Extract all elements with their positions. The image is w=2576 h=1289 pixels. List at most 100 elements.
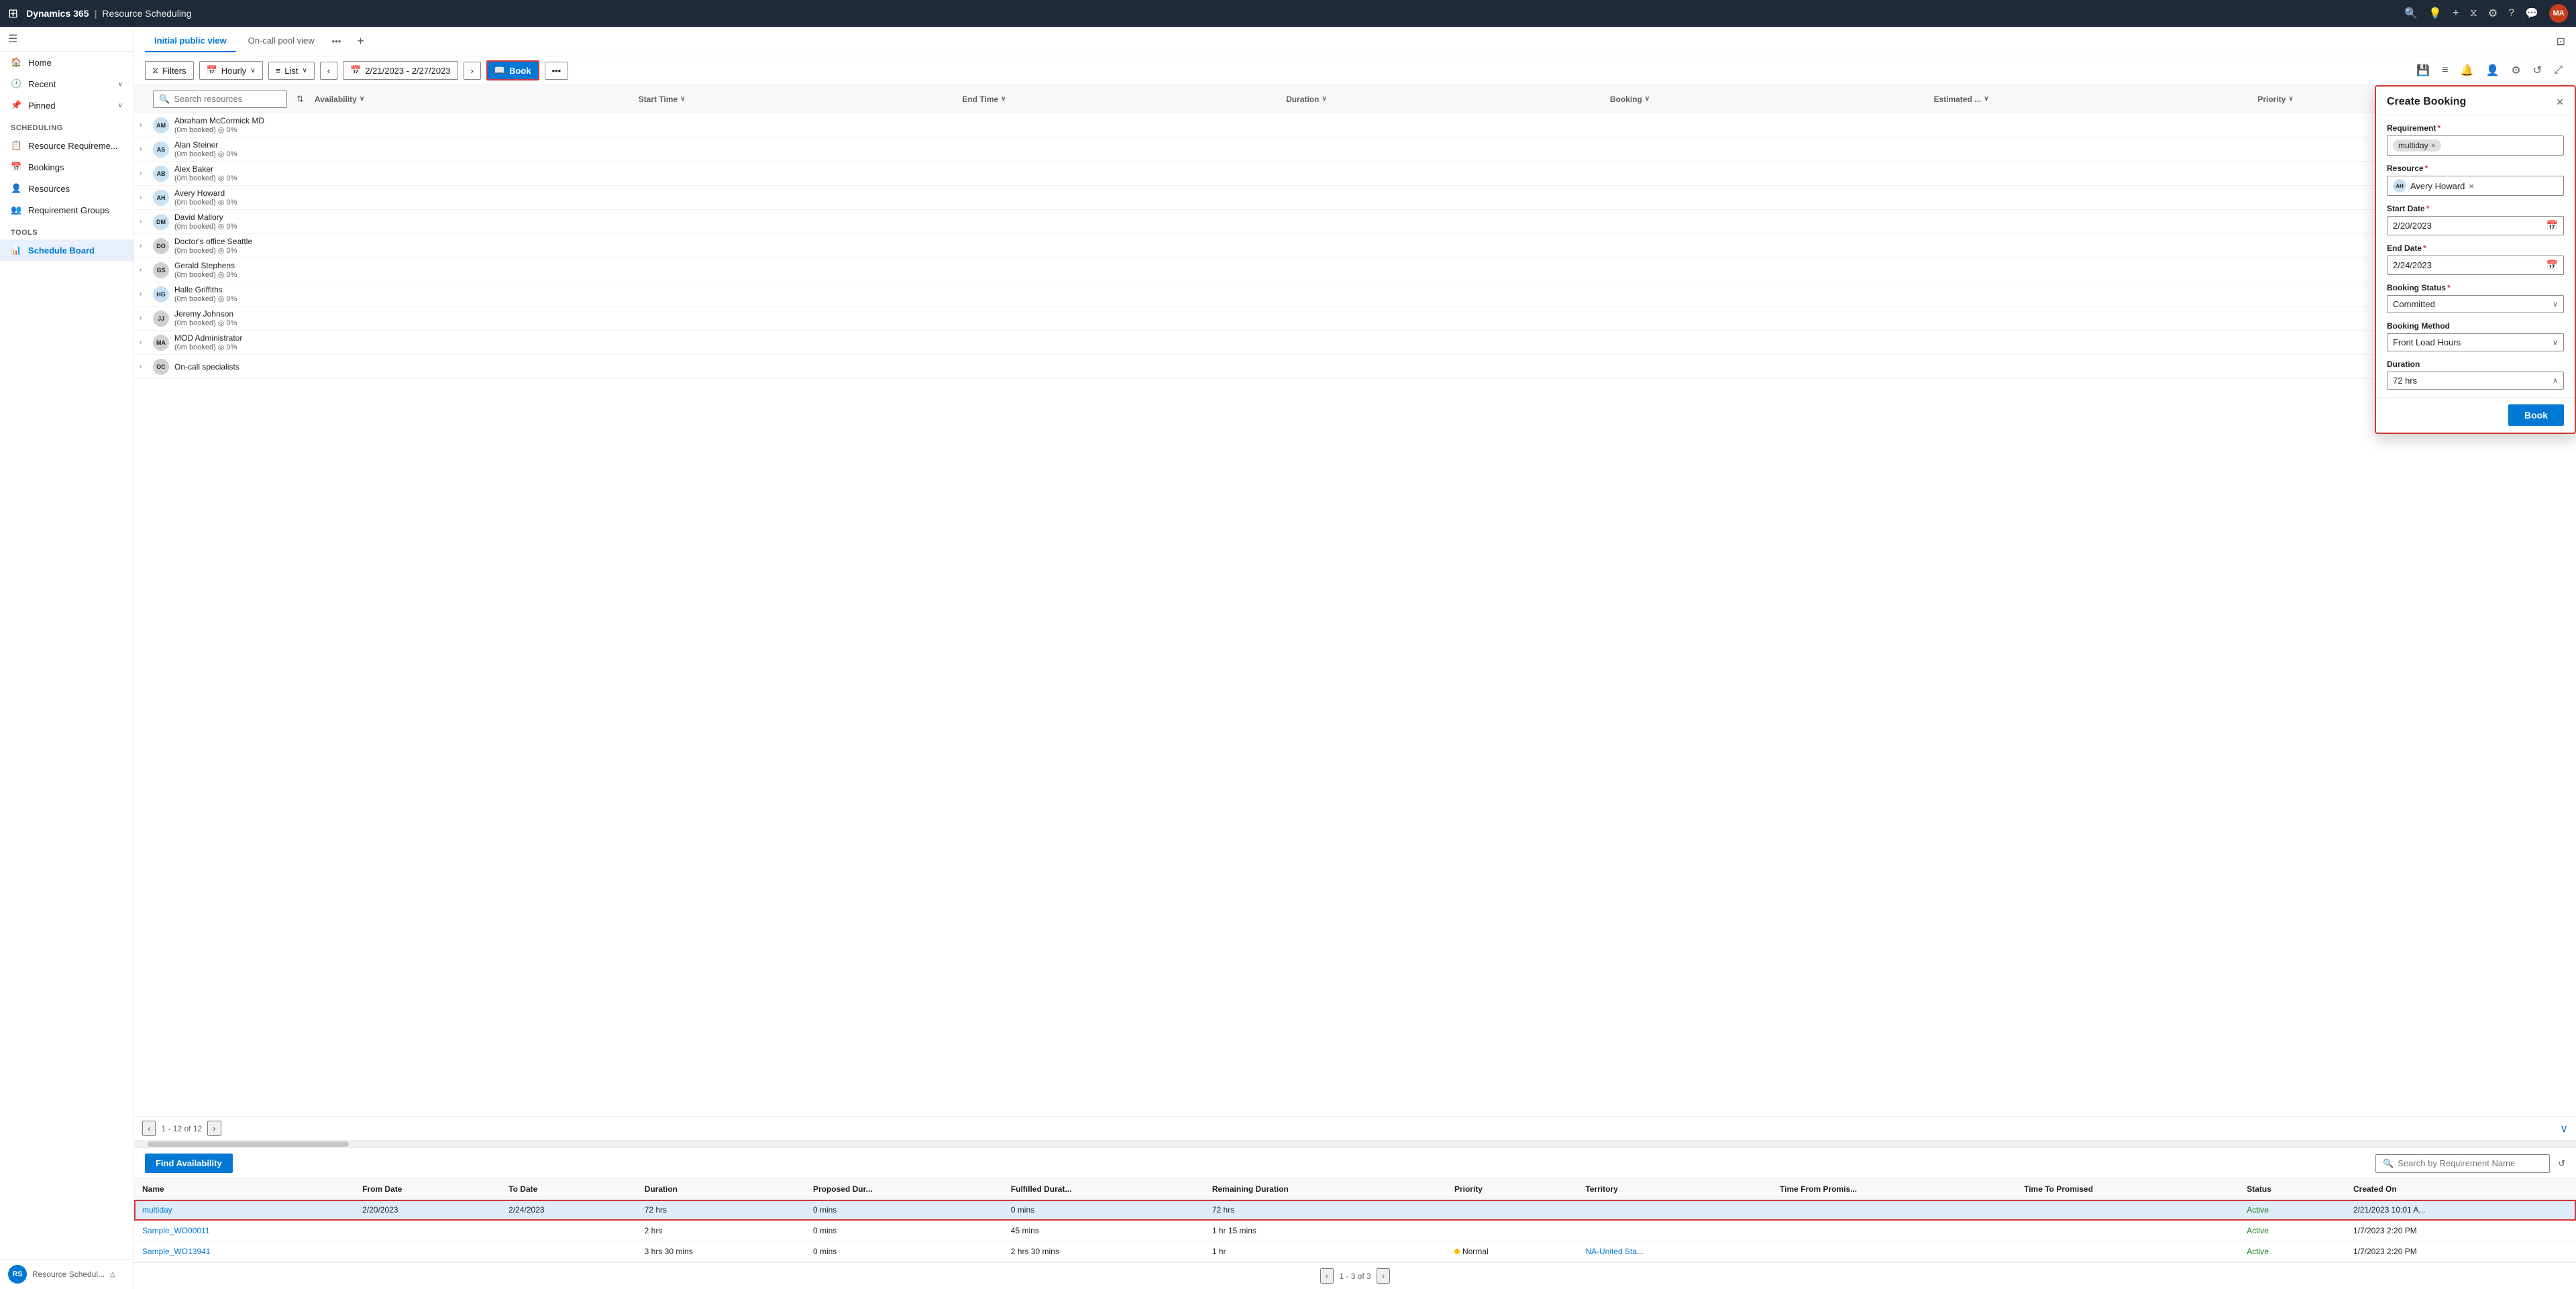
sidebar-item-req-groups[interactable]: 👥 Requirement Groups — [0, 199, 133, 221]
col-header-duration[interactable]: Duration — [637, 1179, 805, 1200]
pagination-next-button[interactable]: › — [207, 1121, 221, 1136]
filters-button[interactable]: ⧖ Filters — [145, 61, 194, 80]
sidebar-user-area[interactable]: RS Resource Schedul... △ — [0, 1259, 133, 1289]
close-icon[interactable]: ✕ — [2556, 97, 2564, 108]
board-settings-icon[interactable]: ⚙ — [2508, 61, 2523, 80]
duration-col-header[interactable]: Duration ∨ — [1281, 95, 1599, 104]
lightbulb-icon[interactable]: 💡 — [2428, 7, 2442, 20]
resource-expand-icon[interactable]: › — [140, 363, 148, 370]
booking-col-header[interactable]: Booking ∨ — [1605, 95, 1923, 104]
user-avatar[interactable]: MA — [2549, 4, 2568, 23]
app-grid-icon[interactable]: ⊞ — [8, 7, 18, 21]
next-date-button[interactable]: › — [464, 62, 481, 80]
estimated-col-header[interactable]: Estimated ... ∨ — [1929, 95, 2247, 104]
start-date-input[interactable]: 2/20/2023 📅 — [2387, 216, 2564, 235]
expand-icon[interactable]: ⤢ — [2551, 62, 2565, 79]
pagination-expand-icon[interactable]: ∨ — [2560, 1122, 2568, 1135]
notification-icon[interactable]: 🔔 — [2458, 61, 2477, 80]
date-range-button[interactable]: 📅 2/21/2023 - 2/27/2023 — [343, 61, 458, 80]
col-header-to-date[interactable]: To Date — [500, 1179, 637, 1200]
col-header-fulfilled-durat...[interactable]: Fulfilled Durat... — [1003, 1179, 1204, 1200]
list-view-button[interactable]: ≡ List ∨ — [268, 62, 315, 80]
col-header-created-on[interactable]: Created On — [2345, 1179, 2576, 1200]
search-req-box[interactable]: 🔍 — [2375, 1154, 2550, 1173]
calendar-icon[interactable]: 📅 — [2546, 220, 2558, 231]
table-row[interactable]: multiday2/20/20232/24/202372 hrs0 mins0 … — [134, 1200, 2576, 1221]
col-header-from-date[interactable]: From Date — [354, 1179, 500, 1200]
tab-more-icon[interactable]: ••• — [327, 34, 347, 49]
tab-popout-icon[interactable]: ⊡ — [2557, 35, 2565, 48]
end-time-col-header[interactable]: End Time ∨ — [957, 95, 1275, 104]
resource-expand-icon[interactable]: › — [140, 290, 148, 298]
sidebar-item-bookings[interactable]: 📅 Bookings — [0, 156, 133, 178]
resource-expand-icon[interactable]: › — [140, 218, 148, 225]
chat-icon[interactable]: 💬 — [2525, 7, 2538, 20]
table-row[interactable]: Sample_WO139413 hrs 30 mins0 mins2 hrs 3… — [134, 1241, 2576, 1262]
hamburger-icon[interactable]: ☰ — [8, 32, 17, 46]
territory-link[interactable]: NA-United Sta... — [1585, 1247, 1644, 1256]
book-confirm-button[interactable]: Book — [2508, 404, 2564, 426]
sidebar-item-resource-req[interactable]: 📋 Resource Requireme... — [0, 135, 133, 156]
requirement-tag-input[interactable]: multiday × — [2387, 135, 2564, 156]
calendar-icon[interactable]: 📅 — [2546, 260, 2558, 271]
sidebar-item-resources[interactable]: 👤 Resources — [0, 178, 133, 199]
hourly-view-button[interactable]: 📅 Hourly ∨ — [199, 61, 263, 80]
prev-date-button[interactable]: ‹ — [320, 62, 337, 80]
col-header-name[interactable]: Name — [134, 1179, 354, 1200]
resource-tag-input[interactable]: AH Avery Howard × — [2387, 176, 2564, 196]
plus-icon[interactable]: + — [2453, 7, 2459, 19]
start-time-col-header[interactable]: Start Time ∨ — [633, 95, 952, 104]
col-header-territory[interactable]: Territory — [1577, 1179, 1772, 1200]
help-icon[interactable]: ? — [2508, 7, 2514, 19]
req-name-link[interactable]: Sample_WO00011 — [142, 1226, 210, 1235]
col-header-proposed-dur...[interactable]: Proposed Dur... — [805, 1179, 1003, 1200]
resource-expand-icon[interactable]: › — [140, 242, 148, 249]
refresh-icon[interactable]: ↺ — [2558, 1158, 2565, 1169]
resource-search-box[interactable]: 🔍 — [153, 91, 287, 108]
pagination-prev-button[interactable]: ‹ — [142, 1121, 156, 1136]
tab-on-call-pool[interactable]: On-call pool view — [239, 30, 324, 52]
resource-expand-icon[interactable]: › — [140, 170, 148, 177]
col-header-priority[interactable]: Priority — [1446, 1179, 1577, 1200]
sidebar-item-schedule-board[interactable]: 📊 Schedule Board — [0, 239, 133, 261]
table-row[interactable]: Sample_WO000112 hrs0 mins45 mins1 hr 15 … — [134, 1221, 2576, 1241]
col-header-status[interactable]: Status — [2239, 1179, 2345, 1200]
col-header-time-from-promis...[interactable]: Time From Promis... — [1772, 1179, 2016, 1200]
col-header-remaining-duration[interactable]: Remaining Duration — [1204, 1179, 1446, 1200]
refresh-icon[interactable]: ↺ — [2530, 61, 2544, 80]
resource-expand-icon[interactable]: › — [140, 121, 148, 129]
req-name-link[interactable]: multiday — [142, 1205, 172, 1215]
bottom-pagination-prev-button[interactable]: ‹ — [1320, 1268, 1334, 1284]
req-name-link[interactable]: Sample_WO13941 — [142, 1247, 210, 1256]
search-requirement-input[interactable] — [2398, 1158, 2542, 1168]
sidebar-item-home[interactable]: 🏠 Home — [0, 52, 133, 73]
settings-icon[interactable]: ⚙ — [2488, 7, 2498, 20]
resource-expand-icon[interactable]: › — [140, 146, 148, 153]
resource-tag-remove[interactable]: × — [2469, 181, 2474, 191]
sidebar-item-pinned[interactable]: 📌 Pinned ∨ — [0, 95, 133, 116]
more-options-button[interactable]: ••• — [545, 62, 569, 80]
horizontal-scrollbar[interactable] — [134, 1140, 2576, 1147]
availability-col-header[interactable]: Availability ∨ — [309, 95, 628, 104]
tab-add-icon[interactable]: + — [352, 32, 370, 51]
book-button[interactable]: 📖 Book — [486, 60, 539, 80]
find-availability-button[interactable]: Find Availability — [145, 1154, 233, 1173]
requirement-tag-remove[interactable]: × — [2431, 141, 2436, 150]
search-icon[interactable]: 🔍 — [2404, 7, 2418, 20]
booking-status-select[interactable]: Committed ∨ — [2387, 295, 2564, 313]
tab-initial-public[interactable]: Initial public view — [145, 30, 236, 52]
resource-expand-icon[interactable]: › — [140, 194, 148, 201]
bottom-pagination-next-button[interactable]: › — [1377, 1268, 1390, 1284]
view-list-icon[interactable]: ≡ — [2439, 62, 2451, 79]
resource-expand-icon[interactable]: › — [140, 339, 148, 346]
duration-select[interactable]: 72 hrs ∧ — [2387, 372, 2564, 390]
resource-expand-icon[interactable]: › — [140, 315, 148, 322]
booking-method-select[interactable]: Front Load Hours ∨ — [2387, 333, 2564, 351]
sort-icon[interactable]: ⇅ — [297, 94, 304, 105]
col-header-time-to-promised[interactable]: Time To Promised — [2016, 1179, 2239, 1200]
search-resources-input[interactable] — [174, 94, 281, 104]
person-settings-icon[interactable]: 👤 — [2483, 61, 2502, 80]
filter-icon[interactable]: ⧖ — [2470, 7, 2477, 19]
end-date-input[interactable]: 2/24/2023 📅 — [2387, 256, 2564, 275]
save-view-icon[interactable]: 💾 — [2414, 61, 2432, 80]
